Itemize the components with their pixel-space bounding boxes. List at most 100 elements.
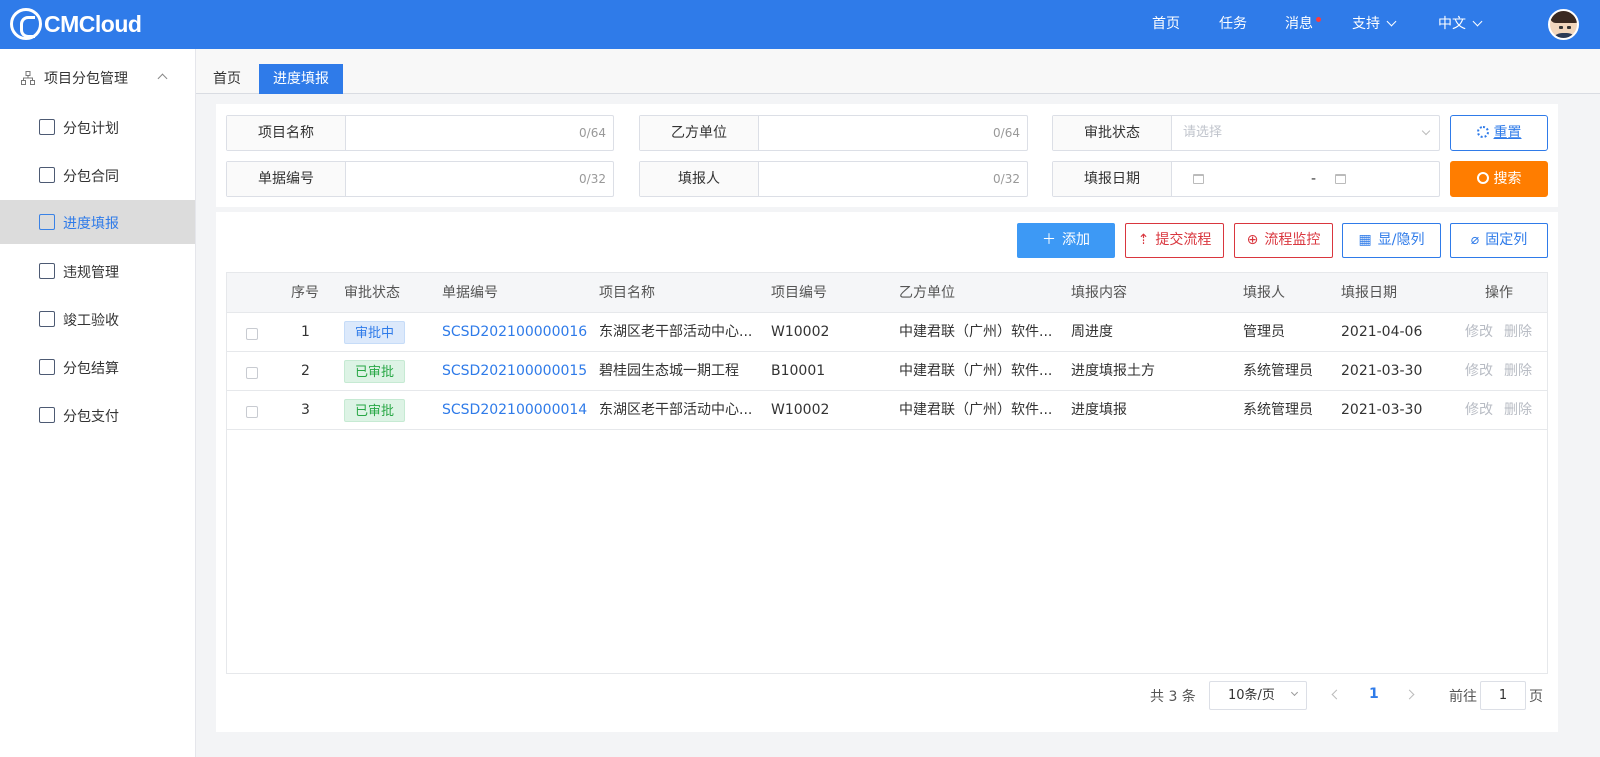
cell-code: B10001 <box>771 363 826 379</box>
table-row[interactable]: 2 已审批 SCSD202100000015 碧桂园生态城一期工程 B10001… <box>227 352 1547 391</box>
reporter-field[interactable]: 填报人 0/32 <box>639 161 1028 197</box>
cell-no: 3 <box>301 402 310 418</box>
flow-monitor-button[interactable]: ⊕ 流程监控 <box>1234 223 1333 258</box>
calendar-icon <box>1193 174 1204 184</box>
col-no: 序号 <box>291 285 319 301</box>
sidebar-item-label: 竣工验收 <box>63 313 119 329</box>
nav-messages[interactable]: 消息 <box>1285 0 1313 49</box>
tab-progress-report[interactable]: 进度填报 <box>259 64 343 94</box>
page-size-select[interactable]: 10条/页 <box>1209 681 1307 710</box>
nav-support[interactable]: 支持 <box>1352 0 1397 49</box>
search-button[interactable]: 搜索 <box>1450 161 1548 197</box>
goto-label: 前往 <box>1449 689 1477 705</box>
doc-link[interactable]: SCSD202100000016 <box>442 313 587 352</box>
edit-link[interactable]: 修改 <box>1465 352 1493 391</box>
upload-icon: ⇡ <box>1137 232 1150 248</box>
cell-party: 中建君联（广州）软件... <box>899 324 1053 340</box>
sidebar-item-label: 分包合同 <box>63 169 119 185</box>
submit-flow-label: 提交流程 <box>1155 232 1212 248</box>
col-actions: 操作 <box>1485 285 1513 301</box>
cell-project: 东湖区老干部活动中心... <box>599 402 753 418</box>
edit-link[interactable]: 修改 <box>1465 391 1493 430</box>
contract-icon <box>39 167 55 183</box>
clipboard-check-icon <box>39 263 55 279</box>
delete-link[interactable]: 删除 <box>1504 391 1532 430</box>
loading-icon <box>1476 126 1489 138</box>
flow-monitor-label: 流程监控 <box>1264 232 1321 248</box>
field-label: 填报日期 <box>1053 162 1172 196</box>
sidebar-item-acceptance[interactable]: 竣工验收 <box>0 297 195 341</box>
edit-link[interactable]: 修改 <box>1465 313 1493 352</box>
row-checkbox[interactable] <box>246 406 258 418</box>
nav-tasks[interactable]: 任务 <box>1219 0 1247 49</box>
col-doc-no: 单据编号 <box>442 285 498 301</box>
field-label: 填报人 <box>640 162 759 196</box>
logo[interactable]: CMCloud <box>10 8 142 40</box>
cell-reporter: 管理员 <box>1243 324 1285 340</box>
doc-number-field[interactable]: 单据编号 0/32 <box>226 161 614 197</box>
sidebar: 项目分包管理 分包计划 分包合同 进度填报 违规管理 竣工验收 分包结算 分包支… <box>0 49 196 757</box>
table-row[interactable]: 3 已审批 SCSD202100000014 东湖区老干部活动中心... W10… <box>227 391 1547 430</box>
sidebar-item-label: 违规管理 <box>63 265 119 281</box>
project-name-field[interactable]: 项目名称 0/64 <box>226 115 614 151</box>
approval-status-select[interactable]: 审批状态 请选择 <box>1052 115 1440 151</box>
sidebar-item-violation[interactable]: 违规管理 <box>0 249 195 293</box>
tab-home[interactable]: 首页 <box>199 64 255 94</box>
toggle-columns-button[interactable]: ▦ 显/隐列 <box>1342 223 1441 258</box>
delete-link[interactable]: 删除 <box>1504 352 1532 391</box>
party-b-field[interactable]: 乙方单位 0/64 <box>639 115 1028 151</box>
char-counter: 0/32 <box>579 172 606 186</box>
report-date-range[interactable]: 填报日期 - <box>1052 161 1440 197</box>
cell-content: 进度填报 <box>1071 402 1127 418</box>
org-tree-icon <box>21 71 35 85</box>
reset-button[interactable]: 重置 <box>1450 115 1548 151</box>
table-row[interactable]: 1 审批中 SCSD202100000016 东湖区老干部活动中心... W10… <box>227 313 1547 352</box>
grid-icon: ▦ <box>1358 232 1372 248</box>
field-label: 单据编号 <box>227 162 346 196</box>
user-avatar[interactable] <box>1548 9 1579 40</box>
cell-project: 碧桂园生态城一期工程 <box>599 363 739 379</box>
col-project-code: 项目编号 <box>771 285 827 301</box>
doc-link[interactable]: SCSD202100000014 <box>442 391 587 430</box>
progress-table: 序号 审批状态 单据编号 项目名称 项目编号 乙方单位 填报内容 填报人 填报日… <box>226 272 1548 674</box>
nav-support-label: 支持 <box>1352 16 1380 32</box>
sidebar-group-project-subcontract[interactable]: 项目分包管理 <box>0 49 195 105</box>
add-button[interactable]: ＋ 添加 <box>1017 223 1115 258</box>
doc-link[interactable]: SCSD202100000015 <box>442 352 587 391</box>
goto-page-input[interactable]: 1 <box>1480 681 1526 710</box>
row-checkbox[interactable] <box>246 367 258 379</box>
sidebar-item-settlement[interactable]: 分包结算 <box>0 345 195 389</box>
current-page[interactable]: 1 <box>1369 686 1379 702</box>
row-checkbox[interactable] <box>246 328 258 340</box>
fix-columns-button[interactable]: ⌀ 固定列 <box>1450 223 1548 258</box>
cell-content: 进度填报土方 <box>1071 363 1155 379</box>
sidebar-item-label: 进度填报 <box>63 216 119 232</box>
cell-no: 2 <box>301 363 310 379</box>
cell-party: 中建君联（广州）软件... <box>899 363 1053 379</box>
sidebar-item-progress[interactable]: 进度填报 <box>0 200 195 244</box>
chevron-down-icon <box>1290 688 1299 697</box>
delete-link[interactable]: 删除 <box>1504 313 1532 352</box>
submit-flow-button[interactable]: ⇡ 提交流程 <box>1125 223 1224 258</box>
cell-content: 周进度 <box>1071 324 1113 340</box>
toggle-columns-label: 显/隐列 <box>1377 232 1425 248</box>
tab-bar: 首页 进度填报 <box>196 49 1600 94</box>
char-counter: 0/64 <box>993 126 1020 140</box>
sidebar-item-payment[interactable]: 分包支付 <box>0 393 195 437</box>
sidebar-item-plan[interactable]: 分包计划 <box>0 105 195 149</box>
acceptance-icon <box>39 311 55 327</box>
add-label: 添加 <box>1062 232 1090 248</box>
cell-no: 1 <box>301 324 310 340</box>
paperclip-icon: ⌀ <box>1470 232 1480 248</box>
sidebar-group-label: 项目分包管理 <box>44 71 128 87</box>
nav-language[interactable]: 中文 <box>1438 0 1483 49</box>
sidebar-item-contract[interactable]: 分包合同 <box>0 153 195 197</box>
search-icon <box>1476 172 1489 184</box>
nav-home[interactable]: 首页 <box>1152 0 1180 49</box>
search-label: 搜索 <box>1493 171 1522 187</box>
unread-dot-icon <box>1316 17 1321 22</box>
status-badge: 已审批 <box>344 360 406 383</box>
cell-party: 中建君联（广州）软件... <box>899 402 1053 418</box>
plus-icon: ＋ <box>1042 232 1056 248</box>
cell-reporter: 系统管理员 <box>1243 363 1313 379</box>
